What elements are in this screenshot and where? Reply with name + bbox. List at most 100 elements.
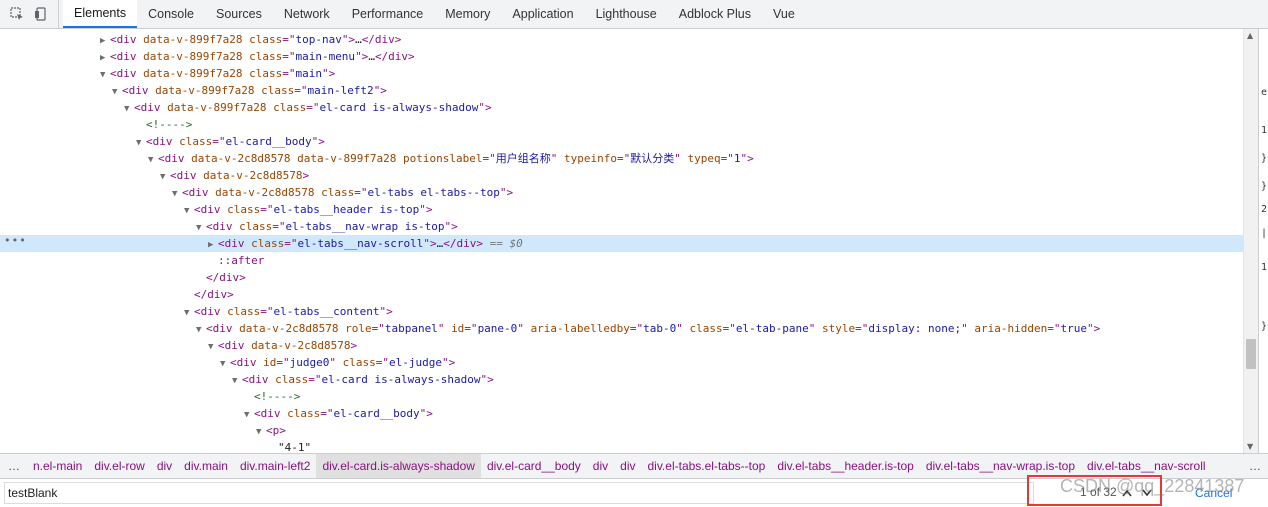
scrollbar-thumb[interactable] xyxy=(1246,339,1256,369)
dom-node-selected[interactable]: ▶ <div class="el-tabs__nav-scroll">…</div… xyxy=(0,235,1243,252)
dom-token: </div> xyxy=(361,33,402,46)
dom-token: =" xyxy=(722,322,736,335)
dom-token: =" xyxy=(306,101,320,114)
dom-node[interactable]: </div> xyxy=(0,269,1243,286)
dom-node[interactable]: ▼ <div data-v-2c8d8578> xyxy=(0,337,1243,354)
breadcrumb-item[interactable]: div.el-card.is-always-shadow xyxy=(316,454,481,478)
dom-node[interactable]: ▼ <p> xyxy=(0,422,1243,439)
dom-node[interactable]: ▼ <div data-v-2c8d8578 data-v-899f7a28 po… xyxy=(0,150,1243,167)
breadcrumb-item[interactable]: div xyxy=(614,454,641,478)
dom-node[interactable]: ▼ <div class="el-card__body"> xyxy=(0,133,1243,150)
dom-tree[interactable]: ▶ <div data-v-899f7a28 class="top-nav">…<… xyxy=(0,29,1243,453)
dom-token: "> xyxy=(444,220,458,233)
dom-node[interactable]: ▼ <div data-v-899f7a28 class="main"> xyxy=(0,65,1243,82)
tab-sources[interactable]: Sources xyxy=(205,0,273,28)
tab-network[interactable]: Network xyxy=(273,0,341,28)
dom-token: </div> xyxy=(194,288,234,301)
breadcrumb-item[interactable]: div.main xyxy=(178,454,234,478)
dom-token: "> xyxy=(419,407,433,420)
scroll-up-icon[interactable]: ▲ xyxy=(1247,31,1253,40)
dom-token: aria-labelledby xyxy=(530,322,630,335)
dom-node[interactable]: ▶ <div data-v-899f7a28 class="main-menu">… xyxy=(0,48,1243,65)
dom-node[interactable]: ▼ <div data-v-899f7a28 class="el-card is-… xyxy=(0,99,1243,116)
dom-node[interactable]: ▼ <div class="el-card is-always-shadow"> xyxy=(0,371,1243,388)
breadcrumb-item[interactable]: div.el-card__body xyxy=(481,454,587,478)
breadcrumb-item[interactable]: div.el-tabs.el-tabs--top xyxy=(641,454,771,478)
dom-token: 1 xyxy=(733,152,741,165)
dom-token: el-card__body xyxy=(333,407,420,420)
inspect-element-icon[interactable] xyxy=(8,5,26,23)
dom-token: el-tabs el-tabs--top xyxy=(367,186,500,199)
dom-token: "> xyxy=(321,67,336,80)
dom-token: data-v-2c8d8578 xyxy=(203,169,303,182)
dom-node[interactable]: <!----> xyxy=(0,116,1243,133)
dom-node[interactable]: <!----> xyxy=(0,388,1243,405)
dom-token: =" xyxy=(294,84,308,97)
dom-token: "> xyxy=(373,84,387,97)
breadcrumb-overflow-left-icon[interactable]: … xyxy=(0,459,27,473)
dom-token: data-v-2c8d8578 xyxy=(251,339,351,352)
dom-node[interactable]: ▼ <div data-v-2c8d8578> xyxy=(0,167,1243,184)
breadcrumb-item[interactable]: div.el-tabs__nav-wrap.is-top xyxy=(920,454,1081,478)
breadcrumb-item[interactable]: div xyxy=(587,454,614,478)
dom-node[interactable]: ▼ <div data-v-2c8d8578 role="tabpanel" id… xyxy=(0,320,1243,337)
dom-token: <div xyxy=(110,50,144,63)
tab-lighthouse[interactable]: Lighthouse xyxy=(585,0,668,28)
dom-token: tabpanel xyxy=(384,322,438,335)
breadcrumb-item[interactable]: div.el-tabs__nav-scroll xyxy=(1081,454,1212,478)
dom-node[interactable]: ▼ <div data-v-899f7a28 class="main-left2"… xyxy=(0,82,1243,99)
breadcrumb-item[interactable]: div.el-row xyxy=(88,454,150,478)
dom-node[interactable]: ::after xyxy=(0,252,1243,269)
breadcrumb-item[interactable]: div.el-tabs__header.is-top xyxy=(771,454,920,478)
dom-token: <p> xyxy=(266,424,286,437)
dom-token: "> xyxy=(740,152,754,165)
breadcrumb-item[interactable]: div.main-left2 xyxy=(234,454,316,478)
styles-pane: e 1}} 2 | 1} xyxy=(1258,29,1268,453)
search-input[interactable] xyxy=(4,482,1034,504)
dom-node[interactable]: "4-1" xyxy=(0,439,1243,453)
dom-token: <div xyxy=(206,322,240,335)
breadcrumb-overflow-right-icon[interactable]: … xyxy=(1243,459,1268,473)
watermark: CSDN @qq_22841387 xyxy=(1060,476,1245,496)
scroll-down-icon[interactable]: ▼ xyxy=(1247,442,1253,451)
device-toolbar-icon[interactable] xyxy=(32,5,50,23)
devtools-tab-bar: Elements Console Sources Network Performance… xyxy=(0,0,1268,29)
dom-token: =" xyxy=(617,152,631,165)
tab-adblock-plus[interactable]: Adblock Plus xyxy=(668,0,762,28)
dom-node[interactable]: </div> xyxy=(0,286,1243,303)
dom-token: data-v-899f7a28 class xyxy=(143,67,283,80)
tab-elements[interactable]: Elements xyxy=(63,0,138,28)
tab-console[interactable]: Console xyxy=(137,0,205,28)
dom-token: =" xyxy=(282,33,296,46)
more-actions-icon[interactable]: ••• xyxy=(4,234,27,247)
dom-token: " xyxy=(329,356,343,369)
dom-token: <div xyxy=(158,152,192,165)
tab-memory[interactable]: Memory xyxy=(434,0,501,28)
breadcrumb: … n.el-main div.el-row div div.main div.main… xyxy=(0,453,1268,478)
dom-token: "> xyxy=(379,305,393,318)
breadcrumb-item[interactable]: div xyxy=(151,454,178,478)
dom-tree-scrollbar[interactable]: ▲ ▼ xyxy=(1243,29,1258,453)
tab-performance[interactable]: Performance xyxy=(341,0,435,28)
dom-token: el-tabs__content xyxy=(273,305,380,318)
breadcrumb-item[interactable]: n.el-main xyxy=(27,454,88,478)
dom-node[interactable]: ▼ <div id="judge0" class="el-judge"> xyxy=(0,354,1243,371)
dom-node[interactable]: ▼ <div class="el-tabs__nav-wrap is-top"> xyxy=(0,218,1243,235)
dom-token: <div xyxy=(254,407,288,420)
dom-token: "> xyxy=(499,186,514,199)
dom-node[interactable]: ▼ <div class="el-tabs__content"> xyxy=(0,303,1243,320)
dom-token: 用户组名称 xyxy=(495,152,551,165)
dom-token: " xyxy=(550,152,565,165)
dom-token: <div xyxy=(170,169,204,182)
dom-token: =" xyxy=(375,356,389,369)
dom-node[interactable]: ▶ <div data-v-899f7a28 class="top-nav">…<… xyxy=(0,31,1243,48)
tab-vue[interactable]: Vue xyxy=(762,0,806,28)
dom-token: " xyxy=(437,322,452,335)
dom-token: =" xyxy=(260,203,274,216)
dom-node[interactable]: ▼ <div class="el-tabs__header is-top"> xyxy=(0,201,1243,218)
dom-token: class xyxy=(239,220,273,233)
dom-node[interactable]: ▼ <div class="el-card__body"> xyxy=(0,405,1243,422)
dom-node[interactable]: ▼ <div data-v-2c8d8578 class="el-tabs el-… xyxy=(0,184,1243,201)
dom-token: data-v-2c8d8578 role xyxy=(239,322,372,335)
tab-application[interactable]: Application xyxy=(501,0,584,28)
